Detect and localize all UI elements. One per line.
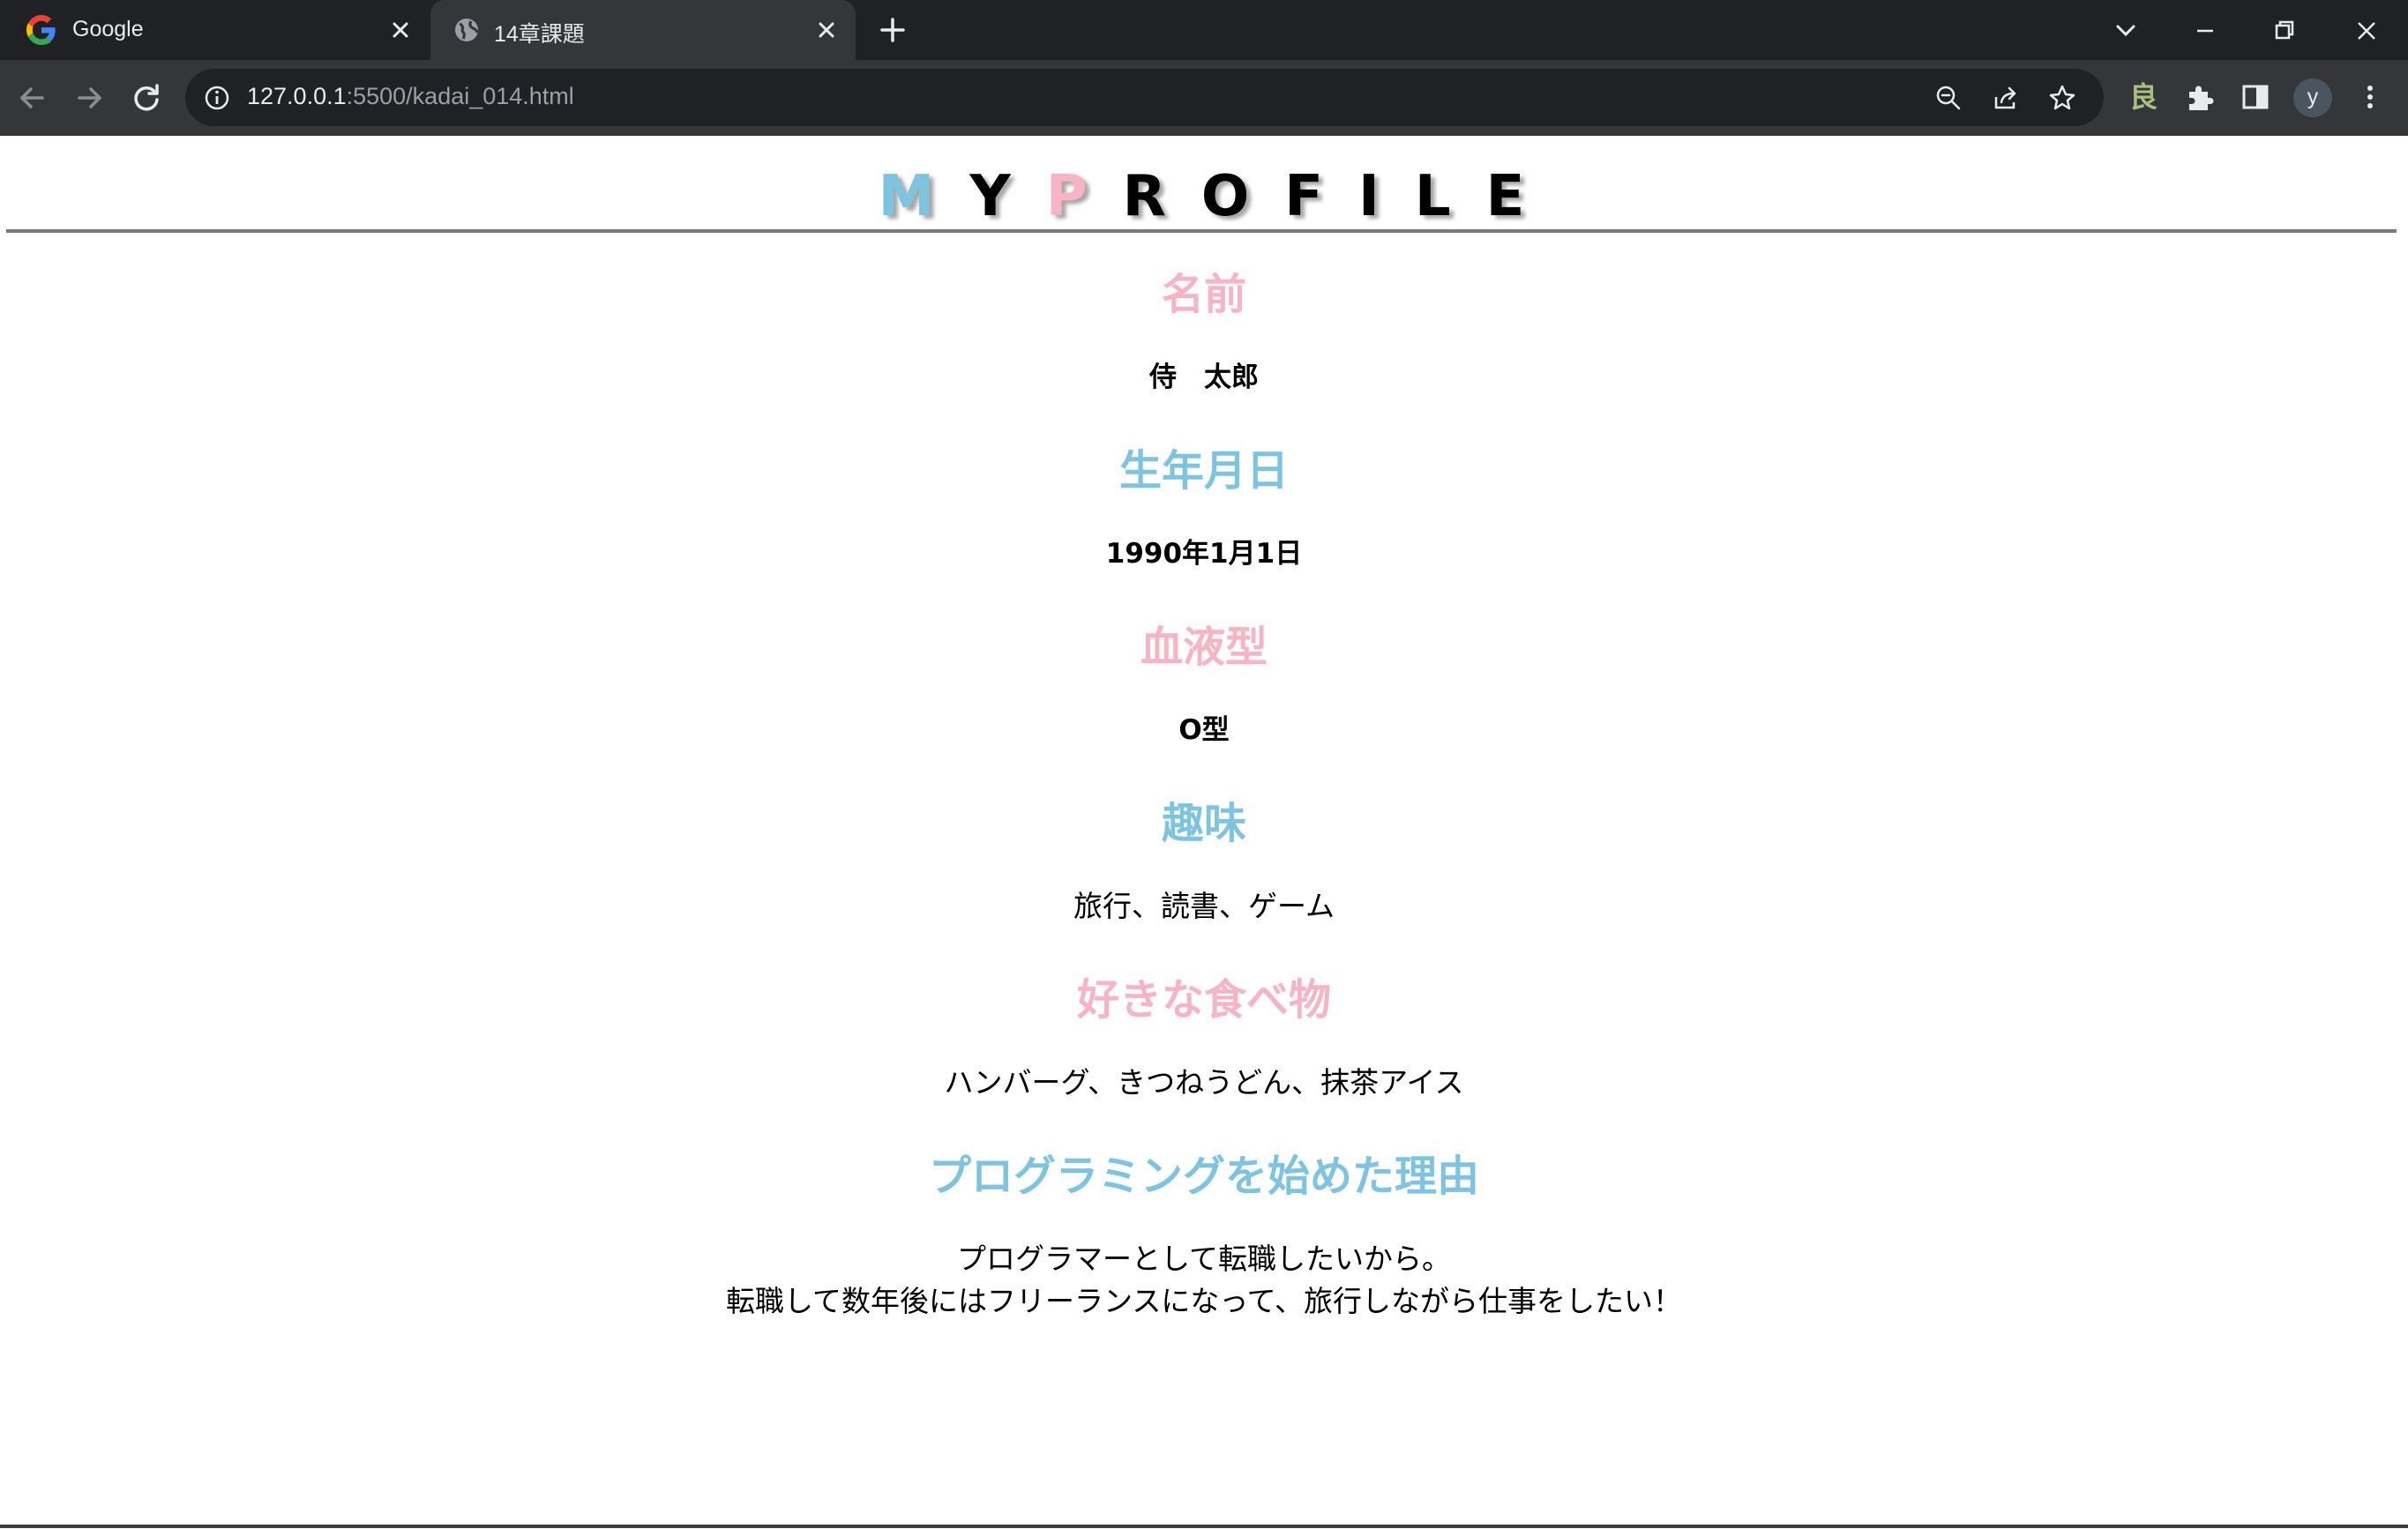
reason-line: 転職して数年後にはフリーランスになって、旅行しながら仕事をしたい！ xyxy=(725,1284,1683,1318)
section-heading: 好きな食べ物 xyxy=(1076,975,1331,1025)
forward-arrow-icon[interactable] xyxy=(69,78,109,118)
profile-list: 名前 侍 太郎 生年月日 1990年1月1日 血液型 O型 趣味 旅行、読書、ゲ… xyxy=(0,268,2408,1326)
back-arrow-icon[interactable] xyxy=(12,78,53,118)
url-host: 127.0.0.1 xyxy=(247,83,347,109)
extension-icon[interactable]: 良 xyxy=(2126,78,2161,116)
url-path: :5500/kadai_014.html xyxy=(346,83,574,109)
tab-14sho-kadai[interactable]: 14章課題 xyxy=(430,0,856,60)
reload-icon[interactable] xyxy=(126,78,167,118)
tab-search-chevron-icon[interactable] xyxy=(2104,9,2148,53)
close-icon[interactable] xyxy=(813,17,840,43)
close-window-icon[interactable] xyxy=(2344,9,2389,53)
profile-section-reason: プログラミングを始めた理由 プログラマーとして転職したいから。 転職して数年後に… xyxy=(0,1150,2408,1326)
restore-icon[interactable] xyxy=(2262,9,2307,53)
section-heading: 血液型 xyxy=(1140,623,1268,672)
logo-letter-p: P xyxy=(1045,164,1123,229)
section-heading: 生年月日 xyxy=(1118,446,1289,496)
site-header: MYPROFILE xyxy=(6,136,2397,233)
tab-title: 14章課題 xyxy=(494,22,585,47)
more-menu-icon[interactable] xyxy=(2352,79,2388,115)
section-value: O型 xyxy=(1178,714,1230,746)
window-bottom-border xyxy=(0,1525,2408,1528)
tab-strip: Google 14章課題 xyxy=(0,0,2408,60)
logo-rest: ROFILE xyxy=(1122,164,1560,229)
reason-line: プログラマーとして転職したいから。 xyxy=(956,1242,1451,1276)
globe-icon xyxy=(455,19,479,41)
logo-letter-y: Y xyxy=(969,164,1046,229)
zoom-out-icon[interactable] xyxy=(1933,83,1963,113)
site-info-icon[interactable] xyxy=(203,84,231,112)
section-heading: 名前 xyxy=(1161,270,1246,319)
profile-section-name: 名前 侍 太郎 xyxy=(0,268,2408,444)
section-value: ハンバーグ、きつねうどん、抹茶アイス xyxy=(944,1065,1464,1100)
page-viewport: MYPROFILE 名前 侍 太郎 生年月日 1990年1月1日 血液型 O型 … xyxy=(0,136,2408,1529)
side-panel-icon[interactable] xyxy=(2238,79,2273,115)
browser-toolbar: 127.0.0.1:5500/kadai_014.html 良 y xyxy=(0,60,2408,136)
section-value: プログラマーとして転職したいから。 転職して数年後にはフリーランスになって、旅行… xyxy=(0,1238,2408,1323)
section-heading: プログラミングを始めた理由 xyxy=(928,1152,1479,1201)
profile-section-hobbies: 趣味 旅行、読書、ゲーム xyxy=(0,797,2408,973)
minimize-icon[interactable] xyxy=(2183,9,2227,53)
url-text: 127.0.0.1:5500/kadai_014.html xyxy=(247,83,574,110)
close-icon[interactable] xyxy=(387,17,414,43)
extensions-puzzle-icon[interactable] xyxy=(2182,79,2217,115)
profile-avatar[interactable]: y xyxy=(2293,78,2332,117)
profile-section-birthday: 生年月日 1990年1月1日 xyxy=(0,444,2408,621)
tab-title: Google xyxy=(72,17,144,41)
bookmark-star-icon[interactable] xyxy=(2047,83,2077,113)
site-logo: MYPROFILE xyxy=(6,164,2397,229)
section-value: 侍 太郎 xyxy=(1149,362,1259,393)
logo-letter-m: M xyxy=(878,164,970,229)
share-icon[interactable] xyxy=(1991,83,2021,113)
profile-section-favorite-food: 好きな食べ物 ハンバーグ、きつねうどん、抹茶アイス xyxy=(0,973,2408,1150)
tab-google[interactable]: Google xyxy=(0,0,430,60)
section-value: 1990年1月1日 xyxy=(1105,538,1303,570)
address-bar[interactable]: 127.0.0.1:5500/kadai_014.html xyxy=(185,69,2104,126)
section-heading: 趣味 xyxy=(1161,799,1246,848)
new-tab-plus-icon[interactable] xyxy=(878,15,908,45)
section-value: 旅行、読書、ゲーム xyxy=(1073,889,1335,923)
profile-section-blood-type: 血液型 O型 xyxy=(0,621,2408,797)
google-g-icon xyxy=(26,15,56,45)
